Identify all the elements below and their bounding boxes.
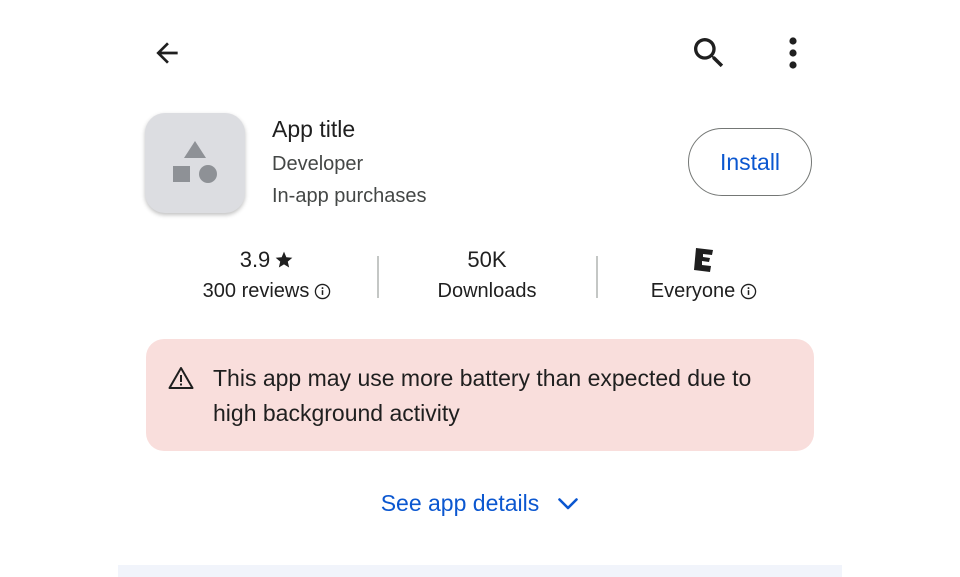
search-button[interactable] [685,29,733,77]
warning-text: This app may use more battery than expec… [213,365,752,426]
developer-link[interactable]: Developer [272,153,363,176]
more-options-button[interactable] [769,29,817,77]
see-app-details-button[interactable]: See app details [0,490,960,517]
content-rating-label: Everyone [650,280,736,302]
app-title: App title [272,116,356,142]
star-icon [275,251,293,268]
app-placeholder-icon [173,141,217,183]
reviews-count: 300 reviews [202,280,310,302]
downloads-stat: 50K Downloads [377,244,597,306]
more-vert-icon [789,37,797,69]
battery-warning-card: This app may use more battery than expec… [146,339,814,451]
in-app-purchases-label: In-app purchases [272,185,427,207]
app-icon [145,113,245,213]
app-details-page: App title Developer In-app purchases Ins… [0,0,960,577]
info-icon [315,283,331,299]
downloads-value: 50K [467,247,507,272]
rating-stat[interactable]: 3.9 300 reviews [157,244,377,306]
install-button[interactable]: Install [688,128,812,196]
rating-value: 3.9 [239,247,271,272]
next-section-edge [118,565,842,577]
search-icon [694,38,724,68]
see-app-details-label: See app details [380,490,540,516]
content-rating-stat[interactable]: E Everyone [594,244,814,306]
warning-icon [168,367,194,389]
back-button[interactable] [143,29,191,77]
esrb-e-icon: E [694,248,713,272]
info-icon [741,283,757,299]
downloads-label: Downloads [437,280,537,302]
back-arrow-icon [156,42,178,64]
chevron-down-icon [558,497,579,509]
